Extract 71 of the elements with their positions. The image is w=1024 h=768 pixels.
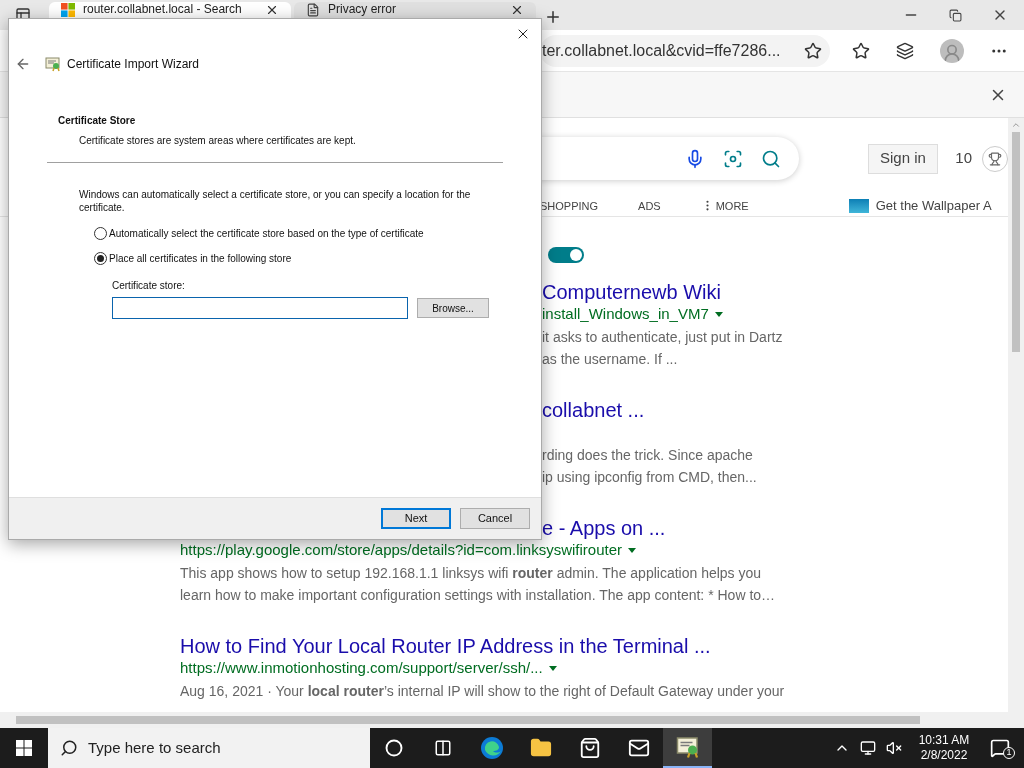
tab-close-icon[interactable] xyxy=(265,3,279,17)
result-title-link[interactable]: Computernewb Wiki xyxy=(542,279,1008,304)
cortana-icon[interactable] xyxy=(384,739,403,757)
camera-search-icon[interactable] xyxy=(722,148,743,169)
result-snippet: This app shows how to setup 192.168.1.1 linksys wifi router admin. The application helps you xyxy=(180,563,763,583)
collections-icon[interactable] xyxy=(896,41,914,60)
result-title-link[interactable]: collabnet ... xyxy=(542,397,1008,422)
address-bar[interactable]: ter.collabnet.local&cvid=ffe7286... xyxy=(540,34,830,67)
intro-text: Windows can automatically select a certificate store, or you can specify a location for the certificate. xyxy=(79,188,472,214)
page-icon xyxy=(306,3,320,17)
browse-button[interactable]: Browse... xyxy=(417,298,489,318)
tab-title: Privacy error xyxy=(328,3,397,16)
certificate-icon xyxy=(45,56,61,72)
result-snippet: as the username. If ... xyxy=(542,349,679,369)
horizontal-scrollbar[interactable] xyxy=(0,712,1024,728)
result-snippet: learn how to make important configuration settings with installation. The app content: * How to… xyxy=(180,585,777,605)
scrollbar-thumb[interactable] xyxy=(1012,132,1020,352)
windows-logo-icon xyxy=(16,740,32,756)
result-snippet: it asks to authenticate, just put in Dartz xyxy=(542,327,784,347)
result-snippet: rding does the trick. Since apache xyxy=(542,445,754,465)
search-icon xyxy=(60,739,78,757)
favorites-icon[interactable] xyxy=(852,41,870,60)
vertical-scrollbar[interactable] xyxy=(1008,118,1024,712)
promo-app-icon xyxy=(848,198,869,213)
section-subheading: Certificate stores are system areas where certificates are kept. xyxy=(79,134,357,148)
result-snippet: Aug 16, 2021 · Your local router’s internal IP will show to the right of Default Gateway under your xyxy=(180,681,786,701)
tab-close-icon[interactable] xyxy=(510,3,524,17)
nav-link[interactable]: SHOPPING xyxy=(540,197,599,214)
network-icon[interactable] xyxy=(860,740,876,756)
result-url: install_Windows_in_VM7 xyxy=(542,304,709,325)
volume-muted-icon[interactable] xyxy=(886,740,902,756)
radio-option[interactable]: Automatically select the certificate store based on the type of certificate xyxy=(94,226,541,241)
certificate-icon xyxy=(675,735,700,759)
caret-icon[interactable] xyxy=(628,548,637,553)
result-title-link[interactable]: e - Apps on ... xyxy=(542,515,1008,540)
clock[interactable]: 10:31 AM 2/8/2022 xyxy=(912,733,976,763)
scrollbar-thumb[interactable] xyxy=(16,716,920,724)
browser-icon[interactable] xyxy=(479,736,504,760)
result-url: https://www.inmotionhosting.com/support/server/ssh/... xyxy=(180,658,543,679)
promo-link[interactable]: Get the Wallpaper A xyxy=(875,196,992,216)
section-heading: Certificate Store xyxy=(58,114,137,128)
field-label: Certificate store: xyxy=(112,279,186,293)
restore-icon[interactable] xyxy=(949,8,962,22)
taskbar-search-field[interactable]: Type here to search xyxy=(48,728,370,768)
dialog-title: Certificate Import Wizard xyxy=(67,56,200,73)
dialog-button[interactable]: Next xyxy=(381,508,451,529)
profile-avatar[interactable] xyxy=(940,38,964,63)
certificate-store-field[interactable] xyxy=(112,297,408,319)
nav-link[interactable]: MORE xyxy=(700,197,749,214)
dialog-button[interactable]: Cancel xyxy=(460,508,530,529)
new-tab-icon[interactable] xyxy=(544,8,562,26)
folder-icon[interactable] xyxy=(529,737,552,759)
store-icon[interactable] xyxy=(578,737,601,759)
task-view-icon[interactable] xyxy=(433,739,452,757)
sign-in-button[interactable]: Sign in xyxy=(867,143,939,174)
toggle-switch[interactable] xyxy=(548,246,584,263)
add-favorite-icon[interactable] xyxy=(804,41,822,60)
caret-icon[interactable] xyxy=(714,312,723,317)
nav-link[interactable]: ADS xyxy=(638,197,661,214)
taskbar-app[interactable] xyxy=(663,728,712,768)
caret-icon[interactable] xyxy=(548,666,557,671)
notification-count: 1 xyxy=(1003,747,1015,759)
result-title-link[interactable]: How to Find Your Local Router IP Address in the Terminal ... xyxy=(180,633,1008,658)
tab-title: router.collabnet.local - Search xyxy=(83,3,243,16)
radio-option[interactable]: Place all certificates in the following store xyxy=(94,251,541,266)
search-icon[interactable] xyxy=(760,148,781,169)
favicon-icon xyxy=(61,3,75,17)
result-url: https://play.google.com/store/apps/details?id=com.linksyswifirouter xyxy=(180,540,623,561)
rewards-count: 10 xyxy=(955,148,972,169)
result-snippet: ip using ipconfig from CMD, then... xyxy=(542,467,758,487)
mail-icon[interactable] xyxy=(627,737,650,759)
